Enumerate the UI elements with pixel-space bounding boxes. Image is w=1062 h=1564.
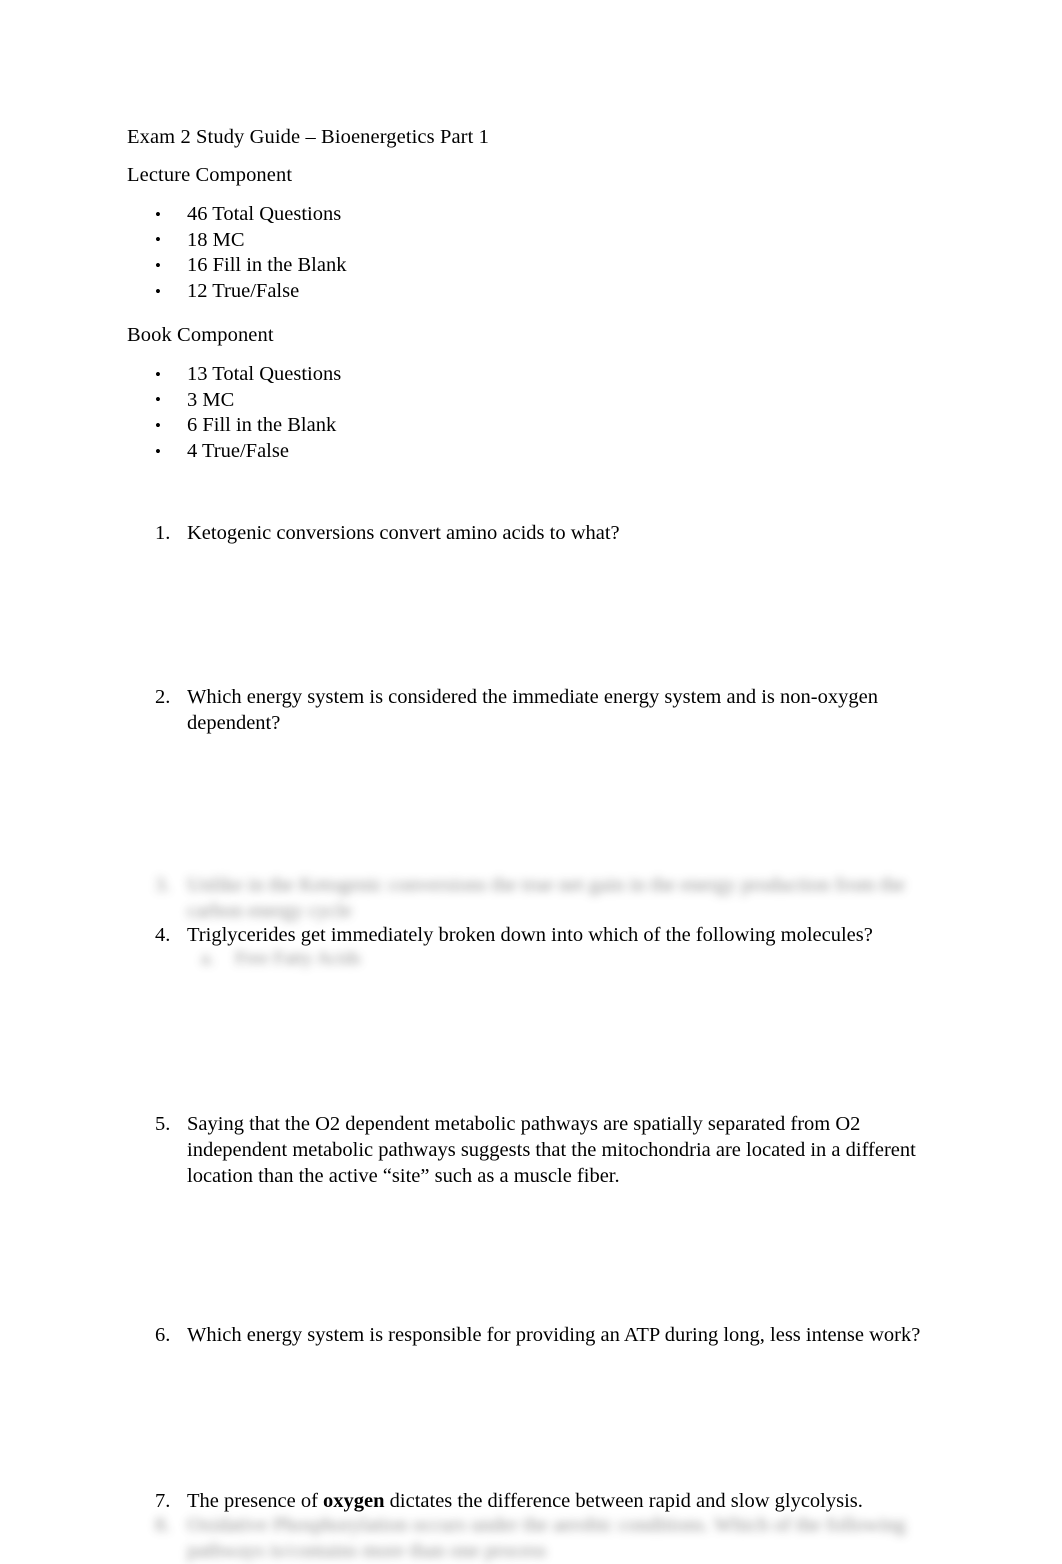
suboption-text: Free Fatty Acids xyxy=(235,948,361,969)
list-item: • 18 MC xyxy=(127,228,346,254)
list-item: • 46 Total Questions xyxy=(127,202,346,228)
bullet-icon: • xyxy=(155,281,161,301)
question-item-5: 5. Saying that the O2 dependent metaboli… xyxy=(127,1111,937,1189)
suboption-label: a. xyxy=(201,948,215,969)
bullet-icon: • xyxy=(155,364,161,384)
list-item-label: 46 Total Questions xyxy=(187,203,342,225)
question-item-2: 2. Which energy system is considered the… xyxy=(127,684,917,736)
bullet-icon: • xyxy=(155,390,161,410)
question-text-suffix: dictates the difference between rapid an… xyxy=(384,1490,863,1512)
list-item: • 12 True/False xyxy=(127,279,346,305)
question-item-3-blurred: 3. Unlike in the Ketogenic conversions t… xyxy=(127,872,942,924)
page-title: Exam 2 Study Guide – Bioenergetics Part … xyxy=(127,126,489,148)
bullet-icon: • xyxy=(155,230,161,250)
list-item: • 13 Total Questions xyxy=(127,362,341,388)
question-number: 2. xyxy=(155,686,171,708)
question-text: Saying that the O2 dependent metabolic p… xyxy=(187,1113,916,1187)
list-item-label: 6 Fill in the Blank xyxy=(187,414,337,437)
list-item: • 3 MC xyxy=(127,388,341,414)
question-text: Ketogenic conversions convert amino acid… xyxy=(187,522,620,544)
list-item: • 16 Fill in the Blank xyxy=(127,253,346,279)
question-number: 1. xyxy=(155,522,171,544)
section-heading-lecture: Lecture Component xyxy=(127,164,293,186)
list-item-label: 13 Total Questions xyxy=(187,363,342,385)
bullet-icon: • xyxy=(155,204,161,224)
question-number: 5. xyxy=(155,1113,171,1135)
bullet-icon: • xyxy=(155,255,161,275)
list-item-label: 18 MC xyxy=(187,228,245,251)
question-number: 7. xyxy=(155,1490,171,1512)
book-component-list: • 13 Total Questions • 3 MC • 6 Fill in … xyxy=(127,362,341,465)
question-text: Oxidative Phosphorylation occurs under t… xyxy=(187,1514,906,1562)
question-number: 6. xyxy=(155,1324,171,1346)
question-number: 3. xyxy=(155,874,171,896)
list-item: • 4 True/False xyxy=(127,439,341,465)
list-item-label: 12 True/False xyxy=(187,280,300,303)
question-item-4-suboption-blurred: a. Free Fatty Acids xyxy=(187,946,487,972)
question-bold-term: oxygen xyxy=(323,1490,385,1512)
question-number: 4. xyxy=(155,924,171,946)
question-item-1: 1. Ketogenic conversions convert amino a… xyxy=(127,520,937,546)
list-item-label: 16 Fill in the Blank xyxy=(187,254,347,277)
list-item-label: 3 MC xyxy=(187,388,235,411)
question-item-6: 6. Which energy system is responsible fo… xyxy=(127,1322,957,1348)
question-text: The presence of oxygen dictates the diff… xyxy=(187,1488,927,1514)
question-item-4: 4. Triglycerides get immediately broken … xyxy=(127,922,937,948)
bullet-icon: • xyxy=(155,441,161,461)
question-text-prefix: The presence of xyxy=(187,1490,324,1512)
question-text: Unlike in the Ketogenic conversions the … xyxy=(187,874,906,922)
question-text: Which energy system is responsible for p… xyxy=(187,1324,921,1346)
question-item-7: 7. The presence of oxygen dictates the d… xyxy=(127,1488,927,1514)
question-item-8-blurred: 8. Oxidative Phosphorylation occurs unde… xyxy=(127,1512,917,1564)
question-number: 8. xyxy=(155,1514,171,1536)
list-item-label: 4 True/False xyxy=(187,440,289,463)
question-text: Which energy system is considered the im… xyxy=(187,686,878,734)
lecture-component-list: • 46 Total Questions • 18 MC • 16 Fill i… xyxy=(127,202,346,305)
document-page: Exam 2 Study Guide – Bioenergetics Part … xyxy=(0,0,1062,1562)
list-item: • 6 Fill in the Blank xyxy=(127,413,341,439)
question-text: Triglycerides get immediately broken dow… xyxy=(187,924,873,946)
bullet-icon: • xyxy=(155,415,161,435)
section-heading-book: Book Component xyxy=(127,324,274,346)
